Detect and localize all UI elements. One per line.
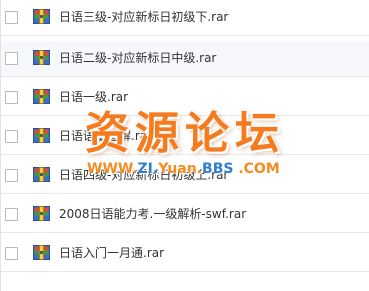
file-name[interactable]: 日语二级-对应新标日中级.rar xyxy=(59,50,216,66)
file-name[interactable]: 日语四级-对应新标日初级上.rar xyxy=(59,167,228,183)
file-row[interactable]: 日语四级-对应新标日初级上.rar xyxy=(1,158,369,194)
file-checkbox[interactable] xyxy=(5,11,18,24)
file-row[interactable]: 2008日语能力考.一级解析-swf.rar xyxy=(1,197,369,233)
file-checkbox[interactable] xyxy=(5,169,18,182)
file-row[interactable]: 日语二级-对应新标日中级.rar xyxy=(1,41,369,77)
file-checkbox[interactable] xyxy=(5,247,18,260)
rar-archive-icon xyxy=(33,245,50,260)
file-name[interactable]: 2008日语能力考.一级解析-swf.rar xyxy=(59,206,246,222)
file-row[interactable]: 日语入门一月通.rar xyxy=(1,236,369,272)
file-checkbox[interactable] xyxy=(5,91,18,104)
rar-archive-icon xyxy=(33,128,50,143)
file-checkbox[interactable] xyxy=(5,130,18,143)
rar-archive-icon xyxy=(33,50,50,65)
file-checkbox[interactable] xyxy=(5,52,18,65)
rar-archive-icon xyxy=(33,206,50,221)
file-row[interactable]: 日语语法图解.rar xyxy=(1,119,369,155)
file-name[interactable]: 日语语法图解.rar xyxy=(59,128,152,144)
file-row[interactable]: 日语三级-对应新标日初级下.rar xyxy=(1,0,369,36)
rar-archive-icon xyxy=(33,89,50,104)
file-name[interactable]: 日语三级-对应新标日初级下.rar xyxy=(59,9,228,25)
file-name[interactable]: 日语一级.rar xyxy=(59,89,128,105)
file-name[interactable]: 日语入门一月通.rar xyxy=(59,245,164,261)
file-list: 日语三级-对应新标日初级下.rar 日语二级-对应新标日中级.rar 日语一级.… xyxy=(0,0,369,291)
file-checkbox[interactable] xyxy=(5,208,18,221)
rar-archive-icon xyxy=(33,167,50,182)
file-row[interactable]: 日语一级.rar xyxy=(1,80,369,116)
rar-archive-icon xyxy=(33,9,50,24)
